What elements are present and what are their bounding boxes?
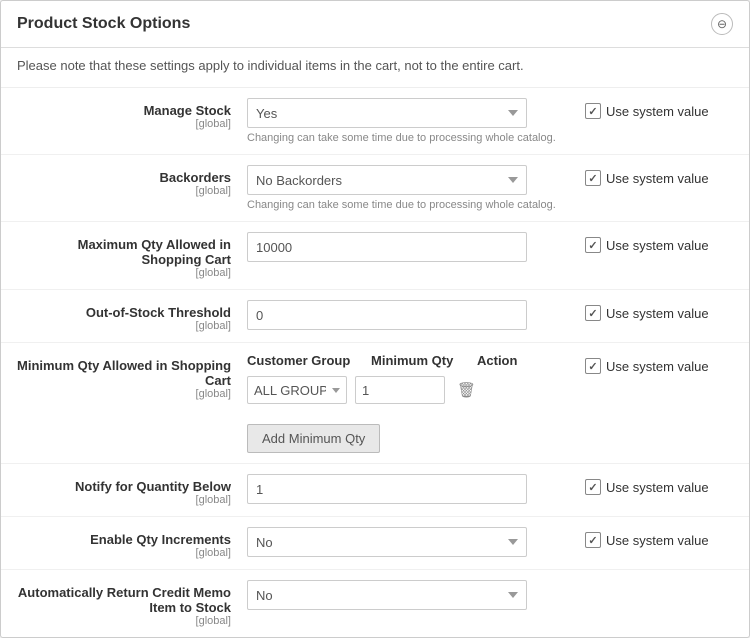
manage-stock-sublabel: [global]: [17, 118, 231, 130]
customer-group-select[interactable]: ALL GROUPS: [247, 376, 347, 404]
max-qty-use-system-col: Use system value: [573, 232, 733, 253]
out-of-stock-row: Out-of-Stock Threshold [global] Use syst…: [1, 290, 749, 343]
out-of-stock-control: [247, 300, 573, 330]
min-qty-container: Customer Group Minimum Qty Action ALL GR…: [247, 353, 573, 453]
enable-qty-use-system-col: Use system value: [573, 527, 733, 548]
action-header: Action: [477, 353, 517, 368]
form-section: Manage Stock [global] Yes Changing can t…: [1, 88, 749, 637]
max-qty-row: Maximum Qty Allowed in Shopping Cart [gl…: [1, 222, 749, 290]
minimum-qty-header: Minimum Qty: [371, 353, 461, 368]
max-qty-control: [247, 232, 573, 262]
max-qty-input[interactable]: [247, 232, 527, 262]
min-qty-row: Minimum Qty Allowed in Shopping Cart [gl…: [1, 343, 749, 464]
notify-qty-row: Notify for Quantity Below [global] Use s…: [1, 464, 749, 517]
notify-qty-checkbox[interactable]: [585, 479, 601, 495]
backorders-hint: Changing can take some time due to proce…: [247, 199, 573, 211]
notify-qty-sublabel: [global]: [17, 494, 231, 506]
delete-row-icon[interactable]: 🗑: [453, 379, 480, 401]
out-of-stock-label-col: Out-of-Stock Threshold [global]: [17, 300, 247, 332]
enable-qty-sublabel: [global]: [17, 547, 231, 559]
min-qty-use-system-label[interactable]: Use system value: [585, 358, 709, 374]
min-qty-control: Customer Group Minimum Qty Action ALL GR…: [247, 353, 573, 453]
enable-qty-control-row: No: [247, 527, 573, 557]
enable-qty-label-col: Enable Qty Increments [global]: [17, 527, 247, 559]
min-qty-data-row: ALL GROUPS 🗑: [247, 376, 573, 404]
out-of-stock-control-row: [247, 300, 573, 330]
enable-qty-use-system-label[interactable]: Use system value: [585, 532, 709, 548]
auto-return-sublabel: [global]: [17, 615, 231, 627]
max-qty-sublabel: [global]: [17, 267, 231, 279]
notify-qty-use-system-col: Use system value: [573, 474, 733, 495]
manage-stock-label-col: Manage Stock [global]: [17, 98, 247, 130]
panel-notice: Please note that these settings apply to…: [1, 48, 749, 88]
backorders-select[interactable]: No Backorders: [247, 165, 527, 195]
manage-stock-checkbox[interactable]: [585, 103, 601, 119]
manage-stock-row: Manage Stock [global] Yes Changing can t…: [1, 88, 749, 155]
enable-qty-checkbox[interactable]: [585, 532, 601, 548]
minimum-qty-input[interactable]: [355, 376, 445, 404]
notify-qty-label-col: Notify for Quantity Below [global]: [17, 474, 247, 506]
customer-group-header: Customer Group: [247, 353, 355, 368]
out-of-stock-use-system-col: Use system value: [573, 300, 733, 321]
manage-stock-select[interactable]: Yes: [247, 98, 527, 128]
backorders-control-row: No Backorders: [247, 165, 573, 195]
collapse-button[interactable]: ⊖: [711, 13, 733, 35]
max-qty-control-row: [247, 232, 573, 262]
min-qty-label-col: Minimum Qty Allowed in Shopping Cart [gl…: [17, 353, 247, 400]
manage-stock-use-system-label[interactable]: Use system value: [585, 103, 709, 119]
auto-return-control-row: No: [247, 580, 573, 610]
backorders-use-system-col: Use system value: [573, 165, 733, 186]
backorders-use-system-label[interactable]: Use system value: [585, 170, 709, 186]
auto-return-select[interactable]: No: [247, 580, 527, 610]
notify-qty-control-row: [247, 474, 573, 504]
auto-return-control: No: [247, 580, 573, 610]
backorders-label: Backorders: [159, 170, 231, 185]
add-minimum-qty-button[interactable]: Add Minimum Qty: [247, 424, 380, 453]
notify-qty-input[interactable]: [247, 474, 527, 504]
min-qty-table-header: Customer Group Minimum Qty Action: [247, 353, 573, 368]
min-qty-label: Minimum Qty Allowed in Shopping Cart: [17, 358, 231, 388]
max-qty-checkbox[interactable]: [585, 237, 601, 253]
enable-qty-control: No: [247, 527, 573, 557]
max-qty-use-system-label[interactable]: Use system value: [585, 237, 709, 253]
manage-stock-control: Yes Changing can take some time due to p…: [247, 98, 573, 144]
auto-return-use-system-col: [573, 580, 733, 585]
max-qty-label-col: Maximum Qty Allowed in Shopping Cart [gl…: [17, 232, 247, 279]
max-qty-label: Maximum Qty Allowed in Shopping Cart: [78, 237, 231, 267]
enable-qty-select[interactable]: No: [247, 527, 527, 557]
manage-stock-hint: Changing can take some time due to proce…: [247, 132, 573, 144]
backorders-label-col: Backorders [global]: [17, 165, 247, 197]
enable-qty-label: Enable Qty Increments: [90, 532, 231, 547]
manage-stock-use-system-col: Use system value: [573, 98, 733, 119]
out-of-stock-checkbox[interactable]: [585, 305, 601, 321]
notify-qty-control: [247, 474, 573, 504]
manage-stock-label: Manage Stock: [144, 103, 231, 118]
product-stock-options-panel: Product Stock Options ⊖ Please note that…: [0, 0, 750, 638]
add-min-qty-container: Add Minimum Qty: [247, 414, 573, 453]
enable-qty-increments-row: Enable Qty Increments [global] No Use sy…: [1, 517, 749, 570]
auto-return-label: Automatically Return Credit Memo Item to…: [18, 585, 231, 615]
auto-return-credit-row: Automatically Return Credit Memo Item to…: [1, 570, 749, 637]
notify-qty-use-system-label[interactable]: Use system value: [585, 479, 709, 495]
min-qty-checkbox[interactable]: [585, 358, 601, 374]
out-of-stock-sublabel: [global]: [17, 320, 231, 332]
backorders-control: No Backorders Changing can take some tim…: [247, 165, 573, 211]
notify-qty-label: Notify for Quantity Below: [75, 479, 231, 494]
backorders-sublabel: [global]: [17, 185, 231, 197]
min-qty-sublabel: [global]: [17, 388, 231, 400]
panel-header: Product Stock Options ⊖: [1, 1, 749, 48]
out-of-stock-use-system-label[interactable]: Use system value: [585, 305, 709, 321]
manage-stock-control-row: Yes: [247, 98, 573, 128]
out-of-stock-input[interactable]: [247, 300, 527, 330]
panel-title: Product Stock Options: [17, 15, 190, 33]
backorders-row: Backorders [global] No Backorders Changi…: [1, 155, 749, 222]
auto-return-label-col: Automatically Return Credit Memo Item to…: [17, 580, 247, 627]
backorders-checkbox[interactable]: [585, 170, 601, 186]
min-qty-use-system-col: Use system value: [573, 353, 733, 374]
out-of-stock-label: Out-of-Stock Threshold: [86, 305, 231, 320]
